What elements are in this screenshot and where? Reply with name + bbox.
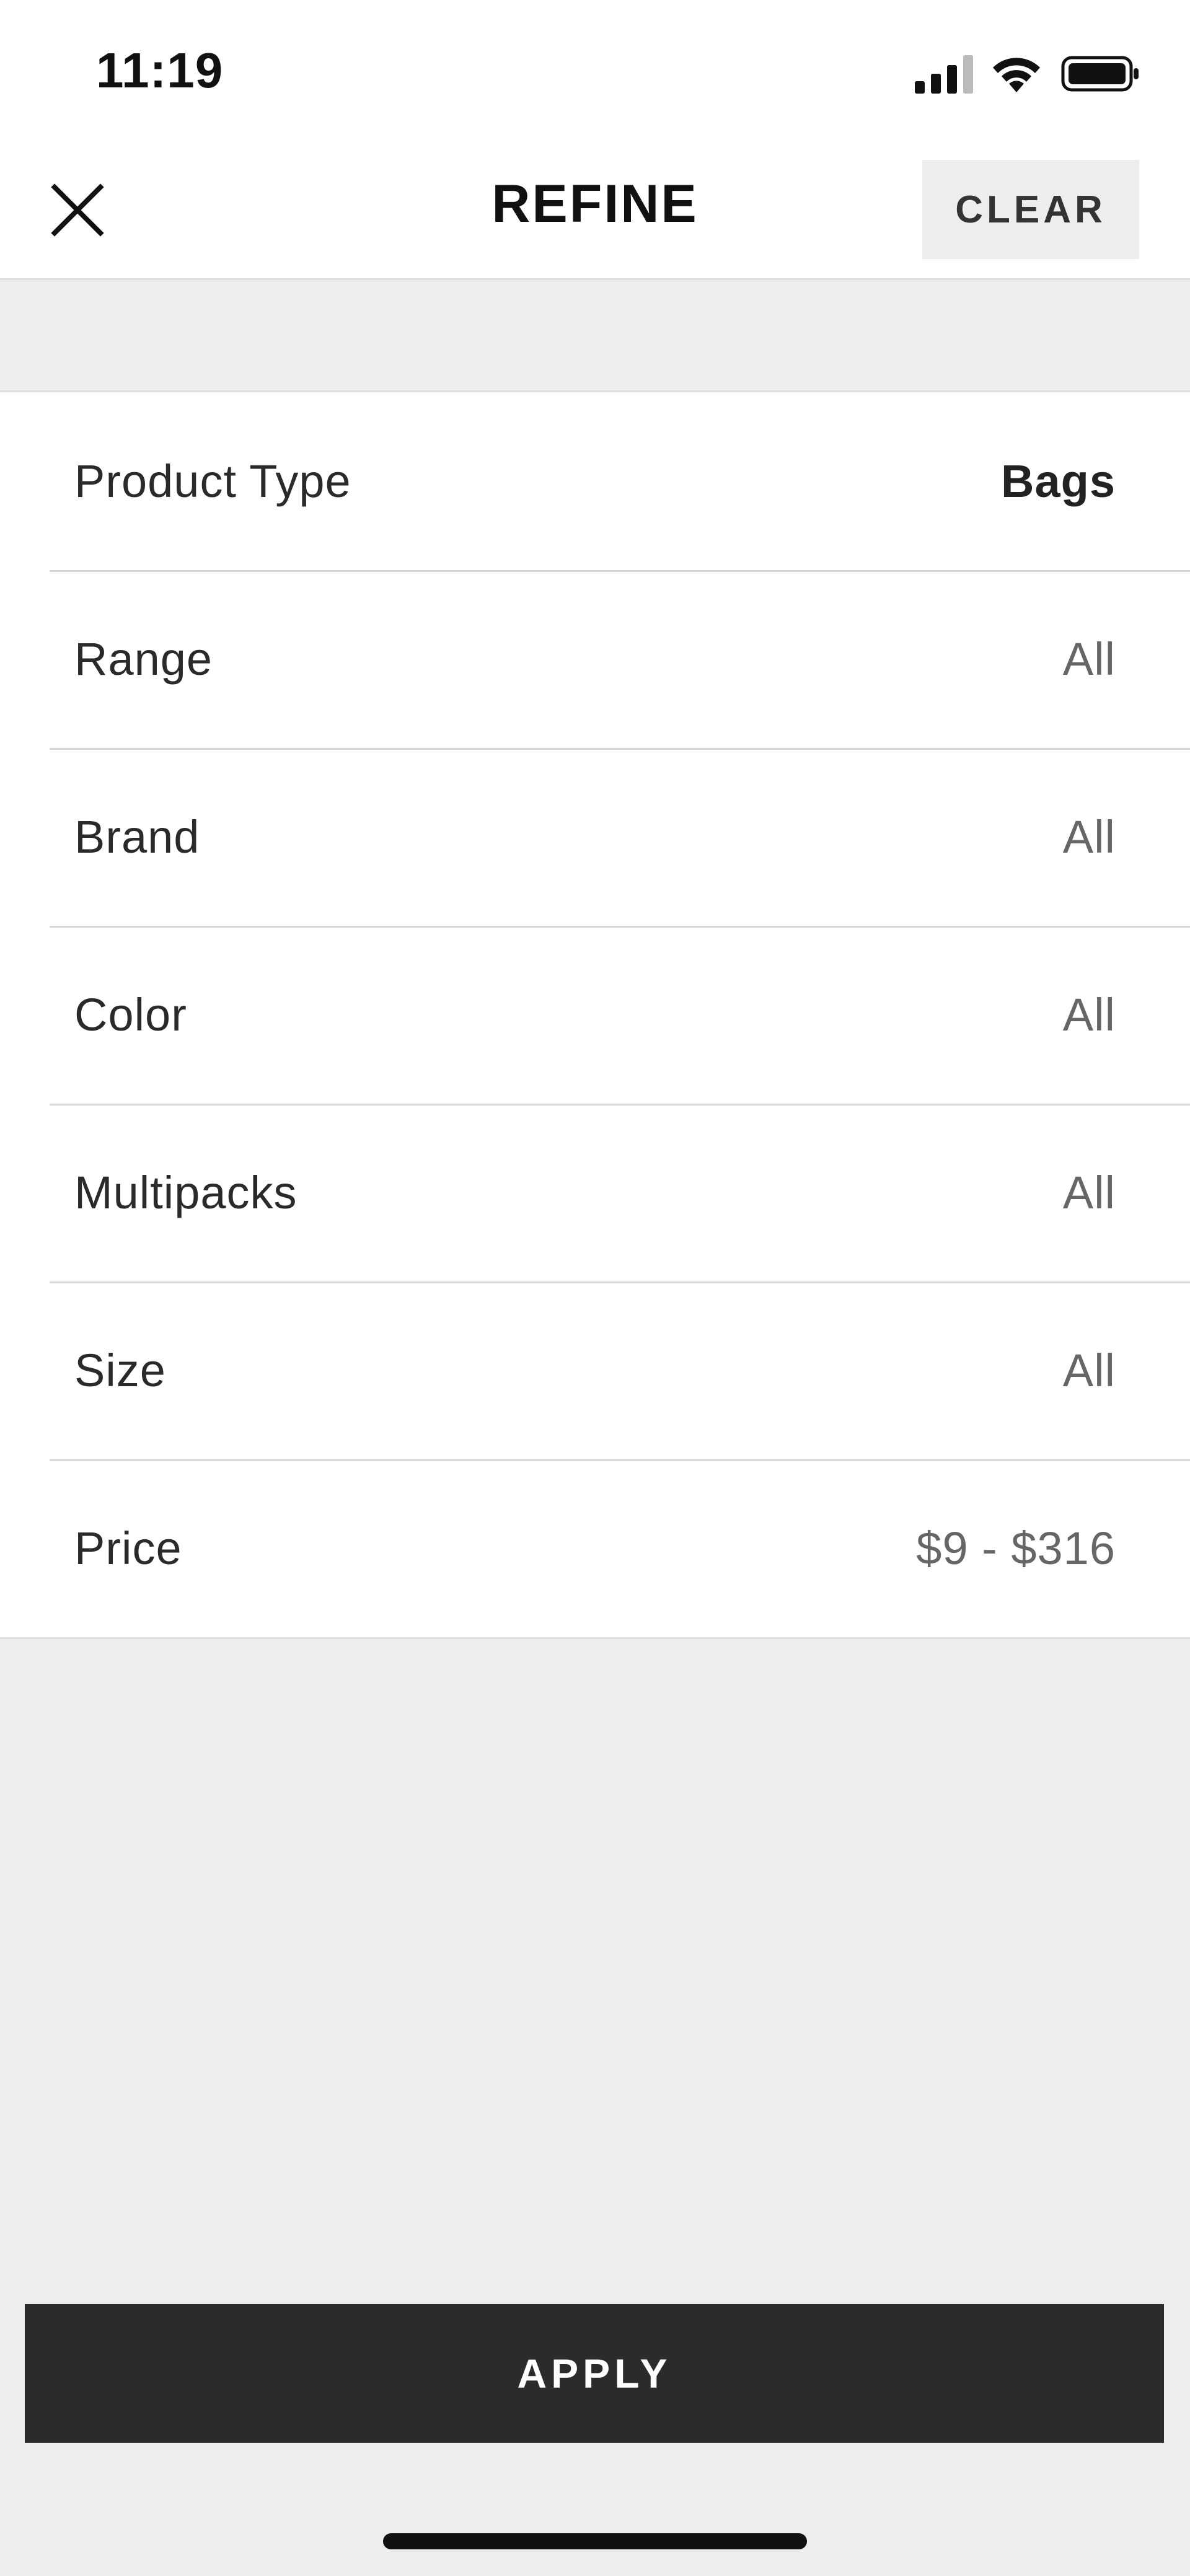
- filter-row-color[interactable]: Color All: [0, 926, 1190, 1104]
- filter-row-product-type[interactable]: Product Type Bags: [0, 392, 1190, 570]
- filter-row-price[interactable]: Price $9 - $316: [0, 1459, 1190, 1637]
- refine-header: REFINE CLEAR: [0, 143, 1190, 280]
- filter-value: Bags: [1001, 455, 1116, 507]
- filter-row-brand[interactable]: Brand All: [0, 748, 1190, 926]
- filter-label: Color: [74, 989, 187, 1040]
- filter-row-range[interactable]: Range All: [0, 570, 1190, 748]
- battery-icon: [1061, 56, 1139, 92]
- filter-value: All: [1062, 633, 1116, 685]
- clear-button[interactable]: CLEAR: [922, 160, 1139, 259]
- apply-button[interactable]: APPLY: [25, 2304, 1164, 2443]
- filter-label: Brand: [74, 811, 200, 863]
- filter-label: Range: [74, 633, 213, 685]
- filter-label: Size: [74, 1345, 166, 1396]
- filter-label: Product Type: [74, 455, 351, 507]
- filter-label: Multipacks: [74, 1167, 298, 1218]
- filter-value: All: [1062, 1345, 1116, 1396]
- filter-value: All: [1062, 1167, 1116, 1218]
- refine-screen: 11:19 REFINE CLEAR Product Type Bags Ran…: [0, 0, 1190, 2576]
- filter-row-size[interactable]: Size All: [0, 1281, 1190, 1459]
- filter-row-multipacks[interactable]: Multipacks All: [0, 1104, 1190, 1281]
- filter-value: $9 - $316: [916, 1523, 1116, 1574]
- status-icons: [915, 52, 1140, 95]
- cellular-signal-icon: [915, 55, 973, 94]
- filter-label: Price: [74, 1523, 182, 1574]
- filter-value: All: [1062, 989, 1116, 1040]
- filter-value: All: [1062, 811, 1116, 863]
- filter-list: Product Type Bags Range All Brand All Co…: [0, 390, 1190, 1639]
- wifi-icon: [993, 58, 1040, 92]
- status-time: 11:19: [96, 43, 224, 98]
- home-indicator[interactable]: [383, 2533, 807, 2549]
- status-bar: 11:19: [0, 0, 1190, 143]
